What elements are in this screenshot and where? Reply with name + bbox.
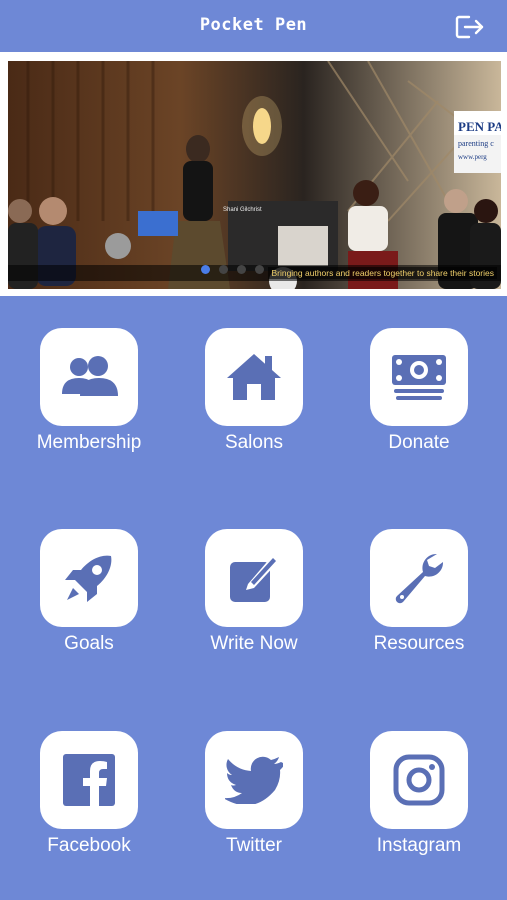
sign-line-2: parenting c (458, 139, 494, 148)
carousel-caption: Bringing authors and readers together to… (268, 267, 497, 279)
tile-instagram[interactable]: Instagram (334, 699, 504, 856)
tile-resources[interactable]: Resources (334, 497, 504, 654)
menu-grid: Membership Salons Donate Goals Write Now… (0, 296, 507, 900)
app-header: Pocket Pen (0, 0, 507, 56)
sign-line-3: www.perg (458, 153, 487, 161)
tile-label: Facebook (47, 835, 131, 856)
carousel-dot-4[interactable] (255, 265, 264, 274)
tile-membership[interactable]: Membership (4, 296, 174, 453)
tile-label: Goals (64, 633, 114, 654)
tile-write-now[interactable]: Write Now (169, 497, 339, 654)
tile-donate[interactable]: Donate (334, 296, 504, 453)
twitter-icon (205, 731, 303, 829)
tile-salons[interactable]: Salons (169, 296, 339, 453)
carousel-dot-3[interactable] (237, 265, 246, 274)
tile-facebook[interactable]: Facebook (4, 699, 174, 856)
tile-label: Membership (36, 432, 142, 453)
photo-carousel[interactable]: Shani Gilchrist PEN PA parenting c www.p… (0, 56, 507, 296)
tile-label: Write Now (210, 633, 298, 654)
logout-icon[interactable] (455, 14, 485, 40)
carousel-dot-1[interactable] (201, 265, 210, 274)
tile-twitter[interactable]: Twitter (169, 699, 339, 856)
instagram-icon (370, 731, 468, 829)
tile-label: Donate (388, 432, 450, 453)
tile-label: Twitter (226, 835, 282, 856)
tile-label: Instagram (376, 835, 462, 856)
tile-label: Salons (224, 432, 284, 453)
app-title: Pocket Pen (199, 15, 308, 35)
edit-icon (205, 529, 303, 627)
carousel-photo: Shani Gilchrist PEN PA parenting c www.p… (8, 61, 501, 289)
sign-line-1: PEN PA (458, 119, 501, 134)
sign-text: PEN PA parenting c www.perg (458, 119, 501, 161)
people-icon (40, 328, 138, 426)
carousel-dots (201, 265, 264, 277)
rocket-icon (40, 529, 138, 627)
carousel-dot-2[interactable] (219, 265, 228, 274)
house-icon (205, 328, 303, 426)
speaker-name-tag: Shani Gilchrist (223, 207, 262, 213)
facebook-icon (40, 731, 138, 829)
tile-goals[interactable]: Goals (4, 497, 174, 654)
wrench-icon (370, 529, 468, 627)
tile-label: Resources (373, 633, 465, 654)
money-icon (370, 328, 468, 426)
